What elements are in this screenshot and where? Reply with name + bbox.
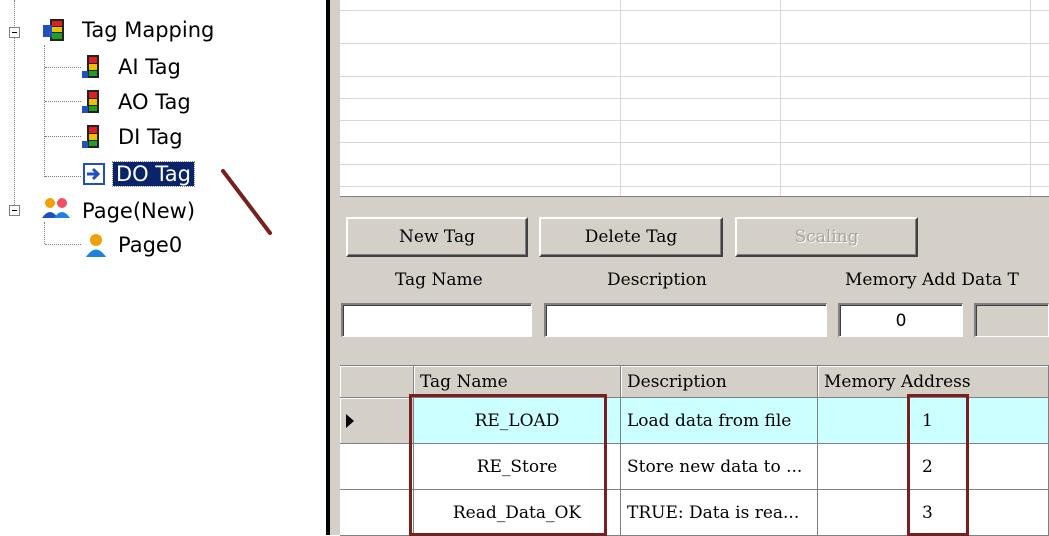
- arrow-right-icon: [83, 163, 105, 185]
- tag-level-icon: [82, 55, 99, 78]
- current-row-arrow-icon: [346, 413, 354, 428]
- table-cell-description[interactable]: TRUE: Data is rea...: [621, 490, 818, 536]
- table-cell-description[interactable]: Store new data to ...: [621, 444, 818, 490]
- tree-line: [45, 67, 81, 68]
- tree-node-tag-mapping[interactable]: Tag Mapping: [82, 18, 214, 42]
- tag-name-input[interactable]: [341, 303, 532, 337]
- tree-line: [45, 136, 81, 137]
- user-icon: [86, 234, 106, 257]
- annotation-pointer-line: [221, 169, 272, 235]
- tree-line: [44, 222, 45, 244]
- tag-name-highlight-box: [409, 394, 607, 536]
- tree-node-page0[interactable]: Page0: [118, 233, 182, 257]
- row-selector[interactable]: [340, 444, 414, 490]
- row-selector[interactable]: [340, 398, 414, 444]
- tree-node-di-tag[interactable]: DI Tag: [118, 125, 183, 149]
- memory-data-type-label: Memory Add Data T: [845, 270, 1019, 290]
- row-selector[interactable]: [340, 490, 414, 536]
- scaling-button[interactable]: Scaling: [735, 217, 918, 257]
- new-tag-button[interactable]: New Tag: [346, 217, 528, 257]
- tag-table: Tag Name Description Memory Address RE_L…: [340, 365, 1049, 536]
- top-grid: [340, 0, 1049, 197]
- tree-node-do-tag[interactable]: DO Tag: [112, 161, 195, 187]
- table-cell-description[interactable]: Load data from file: [621, 398, 818, 444]
- data-type-select[interactable]: [974, 303, 1049, 337]
- tree-line: [14, 38, 15, 211]
- tree-line: [44, 45, 45, 177]
- collapse-toggle-tag-mapping[interactable]: [9, 27, 20, 38]
- description-label: Description: [607, 270, 707, 290]
- collapse-toggle-page-new[interactable]: [9, 205, 20, 216]
- delete-tag-button[interactable]: Delete Tag: [539, 217, 723, 257]
- tree-node-ao-tag[interactable]: AO Tag: [118, 90, 191, 114]
- tag-mapping-icon: [43, 19, 64, 41]
- tree-node-page-new[interactable]: Page(New): [82, 199, 195, 223]
- pane-divider[interactable]: [326, 0, 330, 535]
- memory-address-highlight-box: [907, 394, 969, 536]
- tree-node-ai-tag[interactable]: AI Tag: [118, 55, 181, 79]
- tag-level-icon: [82, 125, 99, 148]
- memory-address-input[interactable]: 0: [838, 303, 963, 337]
- tag-name-label: Tag Name: [395, 270, 483, 290]
- description-input[interactable]: [544, 303, 827, 337]
- row-header-corner: [340, 366, 414, 398]
- tree-line: [45, 101, 81, 102]
- tree-line: [45, 244, 81, 245]
- tag-tree: Tag Mapping AI Tag AO Tag DI Tag DO Tag: [0, 0, 320, 535]
- tag-level-icon: [82, 90, 99, 113]
- column-header-description[interactable]: Description: [621, 366, 818, 398]
- users-group-icon: [42, 198, 70, 218]
- tree-line: [45, 176, 81, 177]
